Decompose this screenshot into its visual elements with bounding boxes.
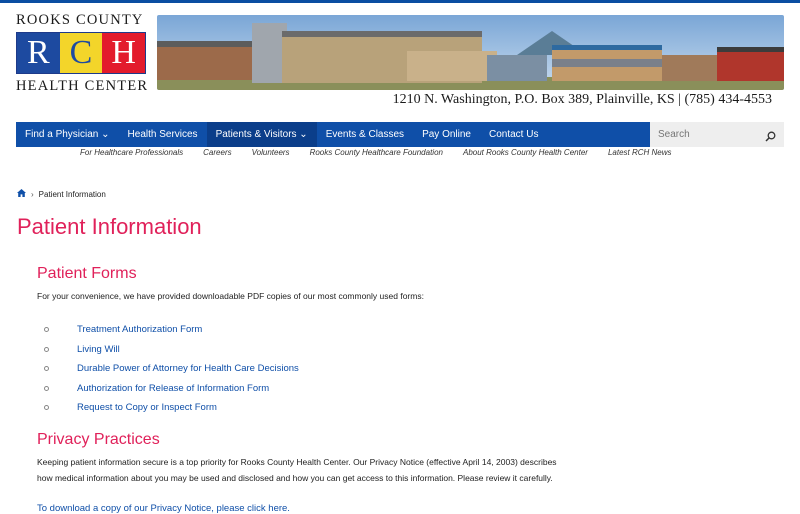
- subnav-volunteers[interactable]: Volunteers: [252, 148, 290, 157]
- bullet-icon: [44, 366, 49, 372]
- search-input[interactable]: [650, 128, 760, 141]
- contact-address: 1210 N. Washington, P.O. Box 389, Plainv…: [392, 92, 772, 107]
- logo-top-text: ROOKS COUNTY: [16, 12, 144, 28]
- subnav-about[interactable]: About Rooks County Health Center: [463, 148, 588, 157]
- list-item: Treatment Authorization Form: [44, 320, 299, 340]
- logo-letter-r: R: [17, 33, 60, 73]
- breadcrumb: › Patient Information: [17, 189, 106, 199]
- hospital-banner-image: [157, 15, 784, 90]
- list-item: Request to Copy or Inspect Form: [44, 398, 299, 418]
- nav-find-a-physician[interactable]: Find a Physician ⌄: [16, 122, 119, 147]
- bullet-icon: [44, 346, 49, 352]
- nav-health-services[interactable]: Health Services: [119, 122, 207, 147]
- page-title: Patient Information: [17, 214, 202, 239]
- form-link-release-of-information[interactable]: Authorization for Release of Information…: [77, 383, 269, 394]
- search-icon[interactable]: [765, 129, 776, 147]
- nav-contact-us[interactable]: Contact Us: [480, 122, 547, 147]
- list-item: Living Will: [44, 340, 299, 360]
- list-item: Durable Power of Attorney for Health Car…: [44, 359, 299, 379]
- privacy-practices-heading: Privacy Practices: [37, 431, 160, 448]
- bullet-icon: [44, 385, 49, 391]
- main-nav: Find a Physician ⌄ Health Services Patie…: [16, 122, 650, 147]
- patient-forms-intro: For your convenience, we have provided d…: [37, 291, 424, 301]
- logo-rch-mark: R C H: [16, 32, 146, 74]
- breadcrumb-separator: ›: [31, 189, 34, 199]
- privacy-notice-download-link[interactable]: To download a copy of our Privacy Notice…: [37, 503, 290, 514]
- home-icon[interactable]: [17, 189, 26, 199]
- nav-pay-online[interactable]: Pay Online: [413, 122, 480, 147]
- privacy-text-line-1: Keeping patient information secure is a …: [37, 457, 557, 467]
- form-link-request-to-copy[interactable]: Request to Copy or Inspect Form: [77, 402, 217, 413]
- bullet-icon: [44, 327, 49, 333]
- form-link-durable-power-of-attorney[interactable]: Durable Power of Attorney for Health Car…: [77, 363, 299, 374]
- logo-letter-c: C: [59, 33, 103, 73]
- nav-events-classes[interactable]: Events & Classes: [317, 122, 413, 147]
- list-item: Authorization for Release of Information…: [44, 379, 299, 399]
- top-accent-bar: [0, 0, 800, 3]
- patient-forms-heading: Patient Forms: [37, 265, 137, 282]
- breadcrumb-current: Patient Information: [38, 189, 106, 199]
- subnav-latest-news[interactable]: Latest RCH News: [608, 148, 672, 157]
- form-link-living-will[interactable]: Living Will: [77, 344, 120, 355]
- subnav-careers[interactable]: Careers: [203, 148, 231, 157]
- nav-patients-visitors[interactable]: Patients & Visitors ⌄: [206, 122, 317, 147]
- subnav-healthcare-professionals[interactable]: For Healthcare Professionals: [80, 148, 183, 157]
- search-box: [650, 122, 784, 147]
- bullet-icon: [44, 405, 49, 411]
- logo-bottom-text: HEALTH CENTER: [16, 78, 149, 94]
- forms-list: Treatment Authorization Form Living Will…: [44, 320, 299, 418]
- form-link-treatment-authorization[interactable]: Treatment Authorization Form: [77, 324, 202, 335]
- privacy-text-line-2: how medical information about you may be…: [37, 473, 553, 483]
- secondary-nav: For Healthcare Professionals Careers Vol…: [80, 148, 720, 157]
- logo-letter-h: H: [102, 33, 146, 73]
- subnav-foundation[interactable]: Rooks County Healthcare Foundation: [310, 148, 443, 157]
